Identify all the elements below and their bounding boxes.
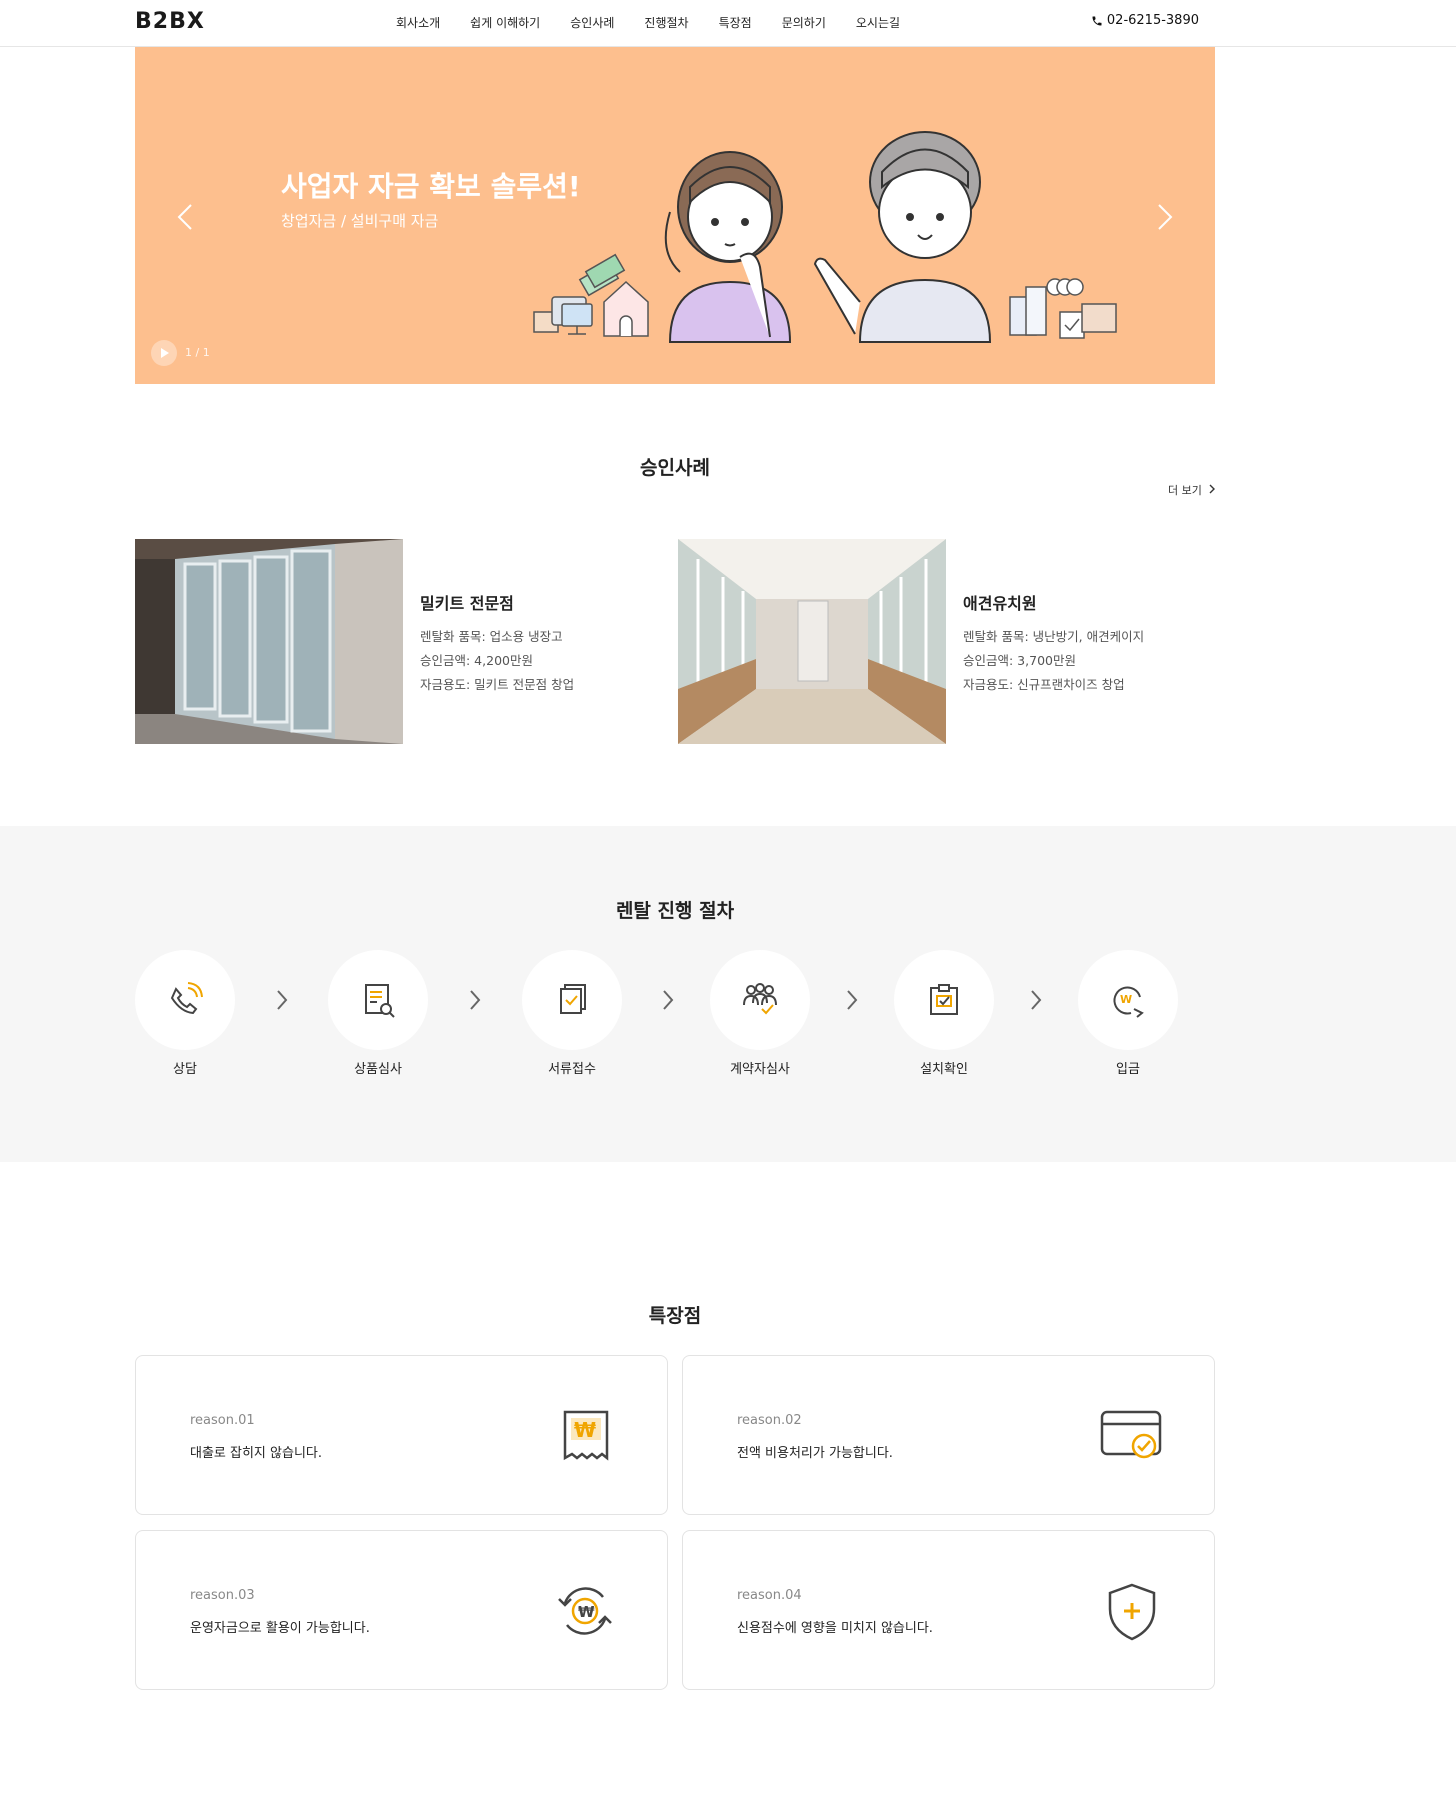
reason-tag: reason.03 [190,1588,255,1603]
play-button[interactable] [151,340,177,366]
people-check-icon [743,983,777,1015]
phone-contact[interactable]: 02-6215-3890 [1091,13,1199,28]
reason-text: 운영자금으로 활용이 가능합니다. [190,1621,370,1636]
case-purpose: 자금용도: 밀키트 전문점 창업 [420,677,575,692]
reason-card: reason.03 운영자금으로 활용이 가능합니다. ₩ [135,1530,668,1690]
clipboard-check-icon [930,984,958,1015]
svg-text:₩: ₩ [578,1603,595,1621]
document-search-icon [365,984,395,1018]
step-circle [135,950,235,1050]
step-product-review: 상품심사 [328,950,428,1077]
more-link[interactable]: 더 보기 [1168,482,1216,498]
step-label: 설치확인 [920,1062,968,1077]
step-label: 상품심사 [354,1062,402,1077]
nav-item-directions[interactable]: 오시는길 [856,14,900,31]
svg-text:₩: ₩ [574,1418,596,1442]
reason-tag: reason.04 [737,1588,802,1603]
case-amount: 승인금액: 3,700만원 [963,653,1076,668]
nav-item-features[interactable]: 특장점 [719,14,752,31]
case-card[interactable]: 애견유치원 렌탈화 품목: 냉난방기, 애견케이지 승인금액: 3,700만원 … [678,539,1188,744]
step-circle [894,950,994,1050]
case-title: 밀키트 전문점 [420,594,514,613]
chevron-right-icon [1209,484,1216,494]
case-amount: 승인금액: 4,200만원 [420,653,533,668]
step-contractor-review: 계약자심사 [710,950,810,1077]
case-card[interactable]: 밀키트 전문점 렌탈화 품목: 업소용 냉장고 승인금액: 4,200만원 자금… [135,539,645,744]
step-circle [328,950,428,1050]
step-circle [710,950,810,1050]
nav-item-contact[interactable]: 문의하기 [782,14,826,31]
chevron-right-icon [1031,990,1042,1010]
step-documents: 서류접수 [522,950,622,1077]
phone-icon [1092,16,1102,25]
case-purpose: 자금용도: 신규프랜차이즈 창업 [963,677,1125,692]
reason-text: 신용점수에 영향을 미치지 않습니다. [737,1621,933,1636]
nav-item-easy-guide[interactable]: 쉽게 이해하기 [470,14,540,31]
process-title: 렌탈 진행 절차 [615,900,735,922]
step-consult: 상담 [135,950,235,1077]
reason-tag: reason.01 [190,1413,255,1428]
prev-slide-button[interactable] [171,197,201,237]
step-deposit: W 입금 [1078,950,1178,1077]
reason-tag: reason.02 [737,1413,802,1428]
chevron-right-icon [847,990,858,1010]
reason-card: reason.02 전액 비용처리가 가능합니다. [682,1355,1215,1515]
phone-number: 02-6215-3890 [1106,13,1199,28]
case-photo-fridge [135,539,403,744]
more-link-label: 더 보기 [1168,484,1202,497]
banner-subtitle: 창업자금 / 설비구매 자금 [281,212,439,230]
shield-plus-icon [1108,1583,1156,1641]
site-header: B2BX 회사소개 쉽게 이해하기 승인사례 진행절차 특장점 문의하기 오시는… [0,0,1456,47]
slide-counter: 1 / 1 [185,346,210,359]
reason-text: 대출로 잡히지 않습니다. [190,1446,322,1461]
chevron-right-icon [663,990,674,1010]
nav-item-process[interactable]: 진행절차 [644,14,688,31]
chevron-right-icon [277,990,288,1010]
nav-item-company[interactable]: 회사소개 [396,14,440,31]
step-circle [522,950,622,1050]
features-title: 특장점 [648,1305,702,1327]
reason-text: 전액 비용처리가 가능합니다. [737,1446,893,1461]
reason-card: reason.04 신용점수에 영향을 미치지 않습니다. [682,1530,1215,1690]
case-item: 렌탈화 품목: 업소용 냉장고 [420,629,563,644]
reason-card: reason.01 대출로 잡히지 않습니다. ₩ [135,1355,668,1515]
approvals-title: 승인사례 [640,457,710,479]
case-title: 애견유치원 [963,594,1037,613]
won-receipt-icon: ₩ [563,1410,609,1461]
phone-call-icon [170,982,203,1015]
card-check-icon [1100,1410,1162,1459]
chevron-right-icon [470,990,481,1010]
documents-check-icon [560,984,586,1014]
won-transfer-icon: W [1113,986,1144,1018]
won-cycle-icon: ₩ [558,1587,612,1635]
logo[interactable]: B2BX [135,9,205,34]
step-label: 입금 [1116,1062,1140,1077]
case-photo-kennel [678,539,946,744]
step-installation-check: 설치확인 [894,950,994,1077]
step-label: 상담 [173,1062,197,1077]
main-nav: 회사소개 쉽게 이해하기 승인사례 진행절차 특장점 문의하기 오시는길 [396,14,930,31]
step-label: 계약자심사 [730,1062,790,1077]
svg-text:W: W [1120,993,1132,1006]
banner-illustration [533,131,1117,343]
step-circle: W [1078,950,1178,1050]
case-item: 렌탈화 품목: 냉난방기, 애견케이지 [963,629,1145,644]
hero-banner: 사업자 자금 확보 솔루션! 창업자금 / 설비구매 자금 1 / 1 [135,47,1215,384]
step-label: 서류접수 [548,1062,596,1077]
nav-item-cases[interactable]: 승인사례 [570,14,614,31]
